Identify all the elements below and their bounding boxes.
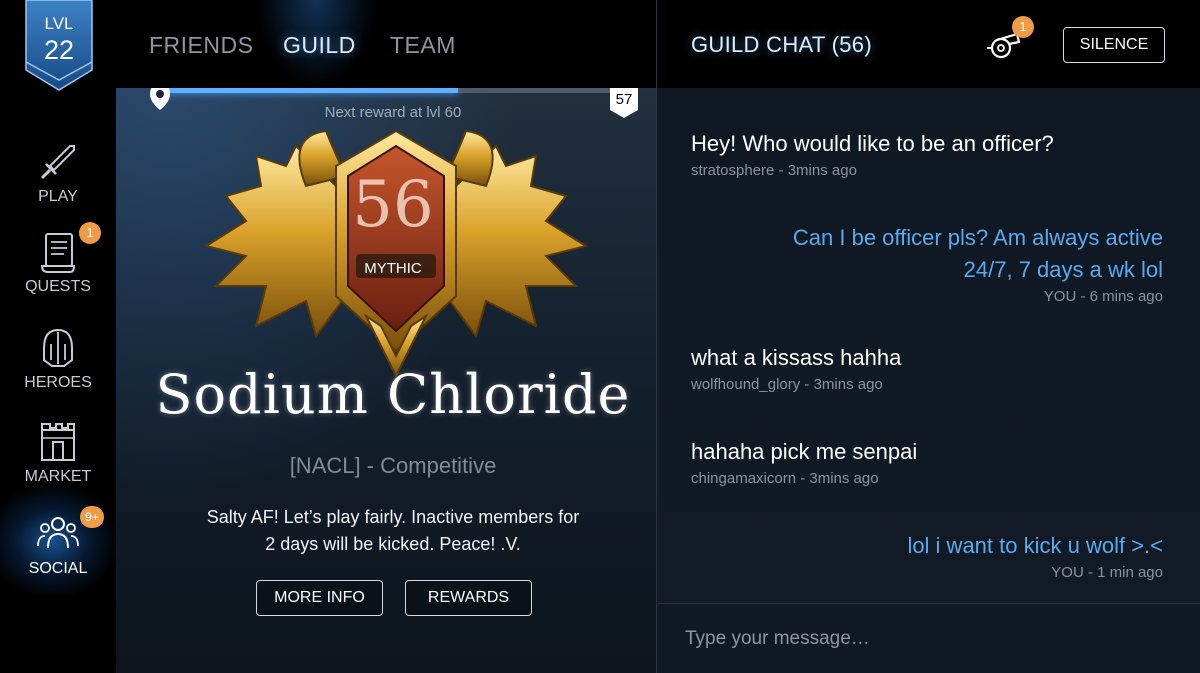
guild-rank-number: 56 <box>352 168 434 242</box>
nav-label-play: PLAY <box>38 188 78 205</box>
chat-message-text: hahaha pick me senpai <box>691 439 918 464</box>
chat-message-text: Can I be officer pls? Am always active <box>792 225 1163 250</box>
chat-title: GUILD CHAT (56) <box>691 32 872 57</box>
side-nav: LVL 22 PLAY QUESTS 1 HEROES MARKET SOCIA… <box>0 0 116 673</box>
chat-message-meta: wolfhound_glory - 3mins ago <box>691 376 883 393</box>
chat-header: GUILD CHAT (56) 1 SILENCE <box>657 0 1200 88</box>
guild-description-line: Salty AF! Let’s play fairly. Inactive me… <box>206 507 580 527</box>
chat-message-meta: YOU - 1 min ago <box>1051 564 1163 581</box>
tab-friends[interactable]: FRIENDS <box>149 32 253 59</box>
chat-message-mine: lol i want to kick u wolf >.< YOU - 1 mi… <box>691 530 1163 581</box>
next-reward-text: Next reward at lvl 60 <box>324 104 462 121</box>
silence-button[interactable]: SILENCE <box>1063 27 1165 63</box>
chat-message-meta: chingamaxicorn - 3mins ago <box>691 470 879 487</box>
nav-label-quests: QUESTS <box>25 278 91 295</box>
helmet-icon <box>43 328 73 367</box>
nav-label-social: SOCIAL <box>28 560 88 577</box>
guild-tag-line: [NACL] - Competitive <box>289 453 497 478</box>
guild-name: Sodium Chloride <box>155 363 631 426</box>
level-label: LVL <box>44 14 74 33</box>
chat-message: Hey! Who would like to be an officer? st… <box>691 128 1163 179</box>
chat-message-meta: YOU - 6 mins ago <box>1043 288 1163 305</box>
chat-input-bar <box>657 603 1200 673</box>
chat-message-text: lol i want to kick u wolf >.< <box>907 533 1163 558</box>
chat-message: hahaha pick me senpai chingamaxicorn - 3… <box>691 436 1163 487</box>
nav-item-heroes[interactable]: HEROES <box>0 326 116 392</box>
guild-description-line: 2 days will be kicked. Peace! .V. <box>265 534 521 554</box>
guild-progress-bar <box>160 88 612 93</box>
tab-team[interactable]: TEAM <box>390 32 456 59</box>
guild-panel: 57 Next reward at lvl 60 56 MYTHIC Sodiu… <box>116 88 656 673</box>
more-info-button[interactable]: MORE INFO <box>256 580 383 616</box>
chat-message-meta: stratosphere - 3mins ago <box>691 162 857 179</box>
nav-item-social[interactable]: SOCIAL 9+ <box>0 506 116 578</box>
guild-description: Salty AF! Let’s play fairly. Inactive me… <box>116 504 656 558</box>
nav-item-play[interactable]: PLAY <box>0 140 116 206</box>
chat-message-text: what a kissass hahha <box>691 345 902 370</box>
nav-label-market: MARKET <box>24 468 92 485</box>
level-number: 22 <box>43 35 75 65</box>
chat-message-mine: Can I be officer pls? Am always active 2… <box>691 222 1163 305</box>
scroll-icon <box>40 233 76 273</box>
level-badge: LVL 22 <box>24 0 94 92</box>
chat-message-text: 24/7, 7 days a wk lol <box>963 257 1163 282</box>
nav-item-quests[interactable]: QUESTS 1 <box>0 222 116 296</box>
notification-badge: 1 <box>1012 16 1034 38</box>
chat-message-input[interactable] <box>685 622 1165 656</box>
tab-guild[interactable]: GUILD <box>283 32 356 59</box>
people-icon <box>37 517 79 549</box>
social-badge: 9+ <box>80 506 104 528</box>
tab-bar: FRIENDS GUILD TEAM <box>116 0 656 88</box>
nav-item-market[interactable]: MARKET <box>0 420 116 486</box>
quests-badge: 1 <box>79 222 101 244</box>
sword-icon <box>40 145 75 180</box>
nav-label-heroes: HEROES <box>24 374 92 391</box>
chat-messages[interactable]: Hey! Who would like to be an officer? st… <box>657 88 1200 603</box>
rewards-button[interactable]: REWARDS <box>405 580 532 616</box>
shop-icon <box>41 423 75 461</box>
guild-emblem-icon <box>203 129 589 379</box>
guild-tier: MYTHIC <box>364 260 422 277</box>
chat-message: what a kissass hahha wolfhound_glory - 3… <box>691 342 1163 393</box>
guild-progress-fill <box>160 88 459 93</box>
chat-message-text: Hey! Who would like to be an officer? <box>691 131 1054 156</box>
